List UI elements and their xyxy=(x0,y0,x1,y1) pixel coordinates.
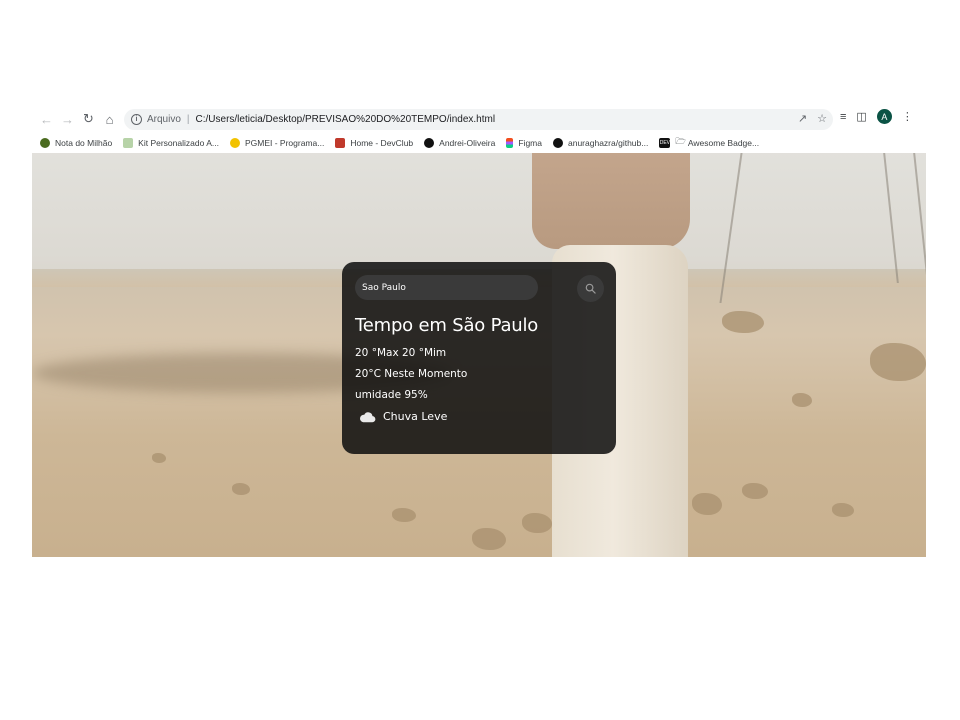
forward-button[interactable]: → xyxy=(57,108,78,130)
rock xyxy=(742,483,768,499)
address-bar[interactable]: i Arquivo | C:/Users/leticia/Desktop/PRE… xyxy=(124,109,833,130)
rock xyxy=(522,513,552,533)
city-title: Tempo em São Paulo xyxy=(355,315,539,336)
weather-card: Tempo em São Paulo 20 °Max 20 °Mim 20°C … xyxy=(342,262,616,454)
bookmark-label: Figma xyxy=(518,137,542,148)
rock xyxy=(232,483,250,495)
bookmark-label: PGMEI - Programa... xyxy=(244,137,325,148)
bookmark-item[interactable]: anuraghazra/github... xyxy=(553,137,649,148)
search-button[interactable] xyxy=(577,275,604,302)
city-search-input[interactable] xyxy=(355,275,538,300)
dev-icon: DEV xyxy=(659,137,671,148)
bookmark-item[interactable]: Andrei-Oliveira xyxy=(424,137,496,148)
bookmark-item[interactable]: DEV 🗁 Awesome Badge... xyxy=(659,136,759,150)
github-icon xyxy=(424,137,435,148)
rock xyxy=(870,343,926,381)
github-icon xyxy=(553,137,563,148)
page-viewport: Tempo em São Paulo 20 °Max 20 °Mim 20°C … xyxy=(32,153,926,557)
bookmark-star-icon[interactable]: ☆ xyxy=(817,112,827,125)
bookmark-label: Kit Personalizado A... xyxy=(138,137,219,148)
info-icon[interactable]: i xyxy=(131,114,142,125)
bookmark-item[interactable]: PGMEI - Programa... xyxy=(229,137,325,148)
side-panel-icon[interactable]: ◫ xyxy=(856,110,866,123)
bookmark-label: Nota do Milhão xyxy=(55,137,113,148)
reload-button[interactable]: ↻ xyxy=(78,108,99,130)
rock xyxy=(832,503,854,517)
figma-icon xyxy=(506,137,514,148)
bookmarks-bar: Nota do Milhão Kit Personalizado A... PG… xyxy=(32,132,926,153)
rock xyxy=(392,508,416,522)
bookmark-favicon xyxy=(335,137,346,148)
browser-window: ← → ↻ ⌂ i Arquivo | C:/Users/leticia/Des… xyxy=(32,106,926,557)
sky-background xyxy=(32,153,926,273)
address-separator: | xyxy=(186,114,190,125)
bookmark-label: Awesome Badge... xyxy=(687,137,760,148)
folder-icon: 🗁 xyxy=(675,135,686,146)
rock xyxy=(792,393,812,407)
humidity: umidade 95% xyxy=(355,389,428,401)
cloud-icon xyxy=(360,411,376,422)
address-url[interactable]: C:/Users/leticia/Desktop/PREVISAO%20DO%2… xyxy=(196,114,496,125)
rock xyxy=(692,493,722,515)
back-button[interactable]: ← xyxy=(36,108,57,130)
home-button[interactable]: ⌂ xyxy=(99,108,120,130)
reading-list-icon[interactable]: ≡ xyxy=(840,111,846,123)
browser-toolbar: ← → ↻ ⌂ i Arquivo | C:/Users/leticia/Des… xyxy=(32,106,926,132)
search-icon xyxy=(585,283,596,294)
bookmark-favicon xyxy=(40,137,50,148)
min-max-temperature: 20 °Max 20 °Mim xyxy=(355,347,447,359)
bookmark-label: Home - DevClub xyxy=(350,137,414,148)
condition-label: Chuva Leve xyxy=(383,410,448,423)
profile-avatar[interactable]: A xyxy=(876,109,892,124)
bookmark-label: Andrei-Oliveira xyxy=(439,137,496,148)
bookmark-favicon xyxy=(123,137,134,148)
bookmark-item[interactable]: Nota do Milhão xyxy=(40,137,113,148)
bookmark-label: anuraghazra/github... xyxy=(568,137,649,148)
address-scheme: Arquivo xyxy=(147,114,181,125)
bookmark-item[interactable]: Home - DevClub xyxy=(335,137,414,148)
rock xyxy=(472,528,506,550)
person-sweater xyxy=(532,153,690,249)
bookmark-item[interactable]: Figma xyxy=(506,137,542,148)
bookmark-favicon xyxy=(229,137,240,148)
menu-kebab-icon[interactable]: ⋮ xyxy=(902,110,913,123)
bookmark-item[interactable]: Kit Personalizado A... xyxy=(123,137,219,148)
rock xyxy=(722,311,764,333)
weather-condition: Chuva Leve xyxy=(359,410,447,423)
current-temperature: 20°C Neste Momento xyxy=(355,368,468,380)
share-icon[interactable]: ↗ xyxy=(798,112,807,125)
rock xyxy=(152,453,166,463)
